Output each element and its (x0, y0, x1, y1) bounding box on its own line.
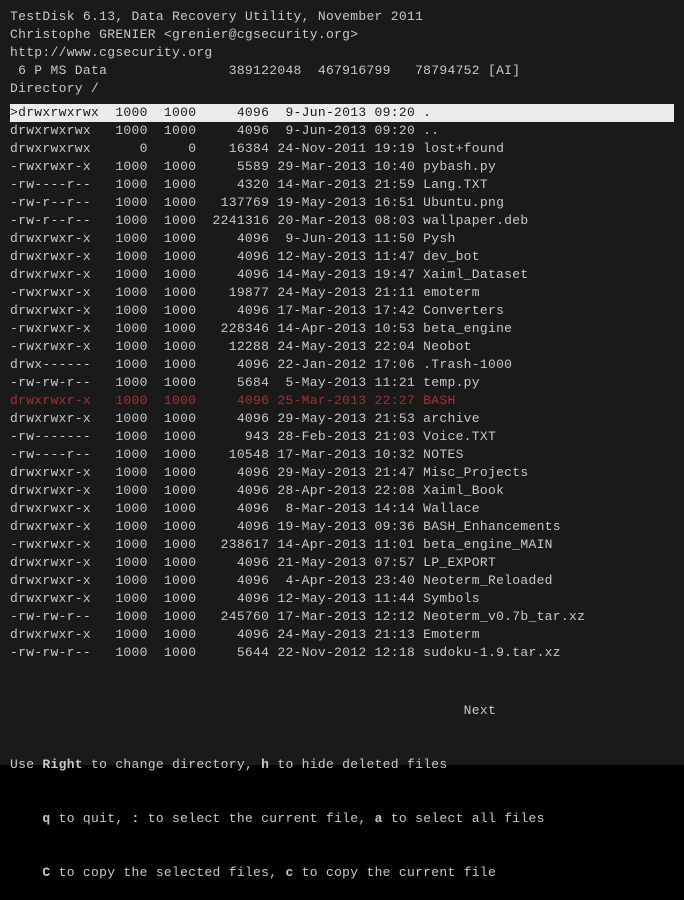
file-row[interactable]: -rwxrwxr-x 1000 1000 5589 29-Mar-2013 10… (10, 158, 674, 176)
url-line: http://www.cgsecurity.org (10, 44, 674, 62)
file-row[interactable]: -rw----r-- 1000 1000 10548 17-Mar-2013 1… (10, 446, 674, 464)
partition-line: 6 P MS Data 389122048 467916799 78794752… (10, 62, 674, 80)
file-row[interactable]: -rwxrwxr-x 1000 1000 228346 14-Apr-2013 … (10, 320, 674, 338)
help-line-2: q to quit, : to select the current file,… (10, 810, 674, 828)
file-row[interactable]: drwx------ 1000 1000 4096 22-Jan-2012 17… (10, 356, 674, 374)
file-row[interactable]: drwxrwxr-x 1000 1000 4096 24-May-2013 21… (10, 626, 674, 644)
file-row[interactable]: drwxrwxr-x 1000 1000 4096 17-Mar-2013 17… (10, 302, 674, 320)
file-row[interactable]: drwxrwxr-x 1000 1000 4096 12-May-2013 11… (10, 248, 674, 266)
directory-line: Directory / (10, 80, 674, 98)
file-row[interactable]: -rw-r--r-- 1000 1000 137769 19-May-2013 … (10, 194, 674, 212)
file-row[interactable]: drwxrwxrwx 1000 1000 4096 9-Jun-2013 09:… (10, 122, 674, 140)
file-listing[interactable]: >drwxrwxrwx 1000 1000 4096 9-Jun-2013 09… (10, 104, 674, 662)
file-row[interactable]: drwxrwxr-x 1000 1000 4096 12-May-2013 11… (10, 590, 674, 608)
file-row[interactable]: -rw-rw-r-- 1000 1000 5644 22-Nov-2012 12… (10, 644, 674, 662)
app-title: TestDisk 6.13, Data Recovery Utility, No… (10, 8, 674, 26)
help-line-1: Use Right to change directory, h to hide… (10, 756, 674, 774)
file-row[interactable]: drwxrwxr-x 1000 1000 4096 25-Mar-2013 22… (10, 392, 674, 410)
file-row[interactable]: -rw------- 1000 1000 943 28-Feb-2013 21:… (10, 428, 674, 446)
file-row[interactable]: drwxrwxrwx 0 0 16384 24-Nov-2011 19:19 l… (10, 140, 674, 158)
file-row[interactable]: -rw-r--r-- 1000 1000 2241316 20-Mar-2013… (10, 212, 674, 230)
file-row[interactable]: -rw-rw-r-- 1000 1000 245760 17-Mar-2013 … (10, 608, 674, 626)
file-row[interactable]: -rwxrwxr-x 1000 1000 12288 24-May-2013 2… (10, 338, 674, 356)
file-row[interactable]: drwxrwxr-x 1000 1000 4096 9-Jun-2013 11:… (10, 230, 674, 248)
file-row[interactable]: drwxrwxr-x 1000 1000 4096 28-Apr-2013 22… (10, 482, 674, 500)
file-row[interactable]: -rwxrwxr-x 1000 1000 238617 14-Apr-2013 … (10, 536, 674, 554)
help-line-3: C to copy the selected files, c to copy … (10, 864, 674, 882)
file-row[interactable]: drwxrwxr-x 1000 1000 4096 29-May-2013 21… (10, 464, 674, 482)
file-row[interactable]: -rwxrwxr-x 1000 1000 19877 24-May-2013 2… (10, 284, 674, 302)
file-row[interactable]: drwxrwxr-x 1000 1000 4096 19-May-2013 09… (10, 518, 674, 536)
file-row[interactable]: -rw----r-- 1000 1000 4320 14-Mar-2013 21… (10, 176, 674, 194)
file-row[interactable]: drwxrwxr-x 1000 1000 4096 21-May-2013 07… (10, 554, 674, 572)
file-row[interactable]: -rw-rw-r-- 1000 1000 5684 5-May-2013 11:… (10, 374, 674, 392)
pager-next[interactable]: Next (10, 702, 674, 720)
file-row[interactable]: drwxrwxr-x 1000 1000 4096 14-May-2013 19… (10, 266, 674, 284)
help-footer: Next Use Right to change directory, h to… (10, 666, 674, 900)
file-row[interactable]: drwxrwxr-x 1000 1000 4096 4-Apr-2013 23:… (10, 572, 674, 590)
file-row[interactable]: >drwxrwxrwx 1000 1000 4096 9-Jun-2013 09… (10, 104, 674, 122)
file-row[interactable]: drwxrwxr-x 1000 1000 4096 29-May-2013 21… (10, 410, 674, 428)
author-line: Christophe GRENIER <grenier@cgsecurity.o… (10, 26, 674, 44)
file-row[interactable]: drwxrwxr-x 1000 1000 4096 8-Mar-2013 14:… (10, 500, 674, 518)
